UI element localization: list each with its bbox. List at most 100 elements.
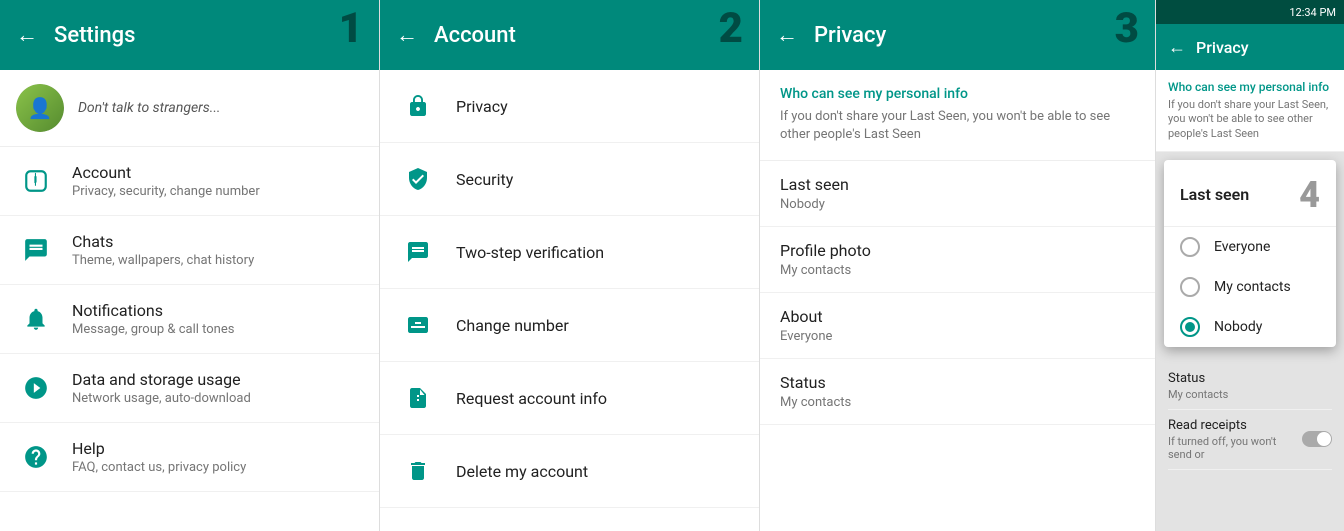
inner-read-receipts-item[interactable]: Read receipts If turned off, you won't s… xyxy=(1168,410,1332,470)
security-label: Security xyxy=(456,170,513,189)
radio-everyone-label: Everyone xyxy=(1214,239,1270,255)
notifications-label: Notifications xyxy=(72,301,363,320)
inner-privacy-info-desc: If you don't share your Last Seen, you w… xyxy=(1168,98,1332,141)
privacy-number: 3 xyxy=(1115,8,1139,50)
avatar-image: 👤 xyxy=(16,84,64,132)
settings-header: ← Settings 1 xyxy=(0,0,379,70)
account-label: Account xyxy=(72,163,363,182)
account-menu-delete[interactable]: Delete my account xyxy=(380,435,759,508)
request-info-label: Request account info xyxy=(456,389,607,408)
change-number-label: Change number xyxy=(456,316,569,335)
inner-privacy-header: ← Privacy xyxy=(1156,24,1344,70)
inner-status-item[interactable]: Status My contacts xyxy=(1168,363,1332,410)
radio-my-contacts-circle xyxy=(1180,277,1200,297)
radio-nobody[interactable]: Nobody xyxy=(1164,307,1336,347)
phone-overlay-panel: 12:34 PM ← Privacy Who can see my person… xyxy=(1156,0,1344,531)
privacy-info-block: Who can see my personal info If you don'… xyxy=(760,70,1155,161)
account-panel: ← Account 2 Privacy Security xyxy=(380,0,760,531)
account-header: ← Account 2 xyxy=(380,0,759,70)
account-sublabel: Privacy, security, change number xyxy=(72,184,363,199)
profile-row[interactable]: 👤 Don't talk to strangers... xyxy=(0,70,379,147)
settings-number: 1 xyxy=(339,8,363,50)
privacy-status[interactable]: Status My contacts xyxy=(760,359,1155,425)
last-seen-dialog: Last seen 4 Everyone My contacts Nobody xyxy=(1164,160,1336,347)
status-bar-time: 12:34 PM xyxy=(1289,6,1336,19)
menu-item-chats[interactable]: Chats Theme, wallpapers, chat history xyxy=(0,216,379,285)
about-value: Everyone xyxy=(780,329,1135,344)
change-number-icon xyxy=(400,307,436,343)
privacy-info-title: Who can see my personal info xyxy=(780,86,1135,102)
dialog-title-text: Last seen xyxy=(1180,185,1249,204)
privacy-profile-photo[interactable]: Profile photo My contacts xyxy=(760,227,1155,293)
data-icon xyxy=(16,368,56,408)
data-sublabel: Network usage, auto-download xyxy=(72,391,363,406)
radio-my-contacts[interactable]: My contacts xyxy=(1164,267,1336,307)
notifications-icon xyxy=(16,299,56,339)
status-bar: 12:34 PM xyxy=(1156,0,1344,24)
account-menu-change-number[interactable]: Change number xyxy=(380,289,759,362)
profile-photo-label: Profile photo xyxy=(780,241,1135,260)
data-text: Data and storage usage Network usage, au… xyxy=(72,370,363,406)
read-receipts-desc: If turned off, you won't send or xyxy=(1168,435,1302,461)
radio-nobody-circle xyxy=(1180,317,1200,337)
privacy-about[interactable]: About Everyone xyxy=(760,293,1155,359)
menu-item-account[interactable]: Account Privacy, security, change number xyxy=(0,147,379,216)
privacy-menu-list: Last seen Nobody Profile photo My contac… xyxy=(760,161,1155,531)
account-menu-security[interactable]: Security xyxy=(380,143,759,216)
help-sublabel: FAQ, contact us, privacy policy xyxy=(72,460,363,475)
privacy-last-seen[interactable]: Last seen Nobody xyxy=(760,161,1155,227)
menu-item-notifications[interactable]: Notifications Message, group & call tone… xyxy=(0,285,379,354)
two-step-icon xyxy=(400,234,436,270)
settings-back-button[interactable]: ← xyxy=(16,22,38,48)
dialog-title-row: Last seen 4 xyxy=(1164,160,1336,227)
help-text: Help FAQ, contact us, privacy policy xyxy=(72,439,363,475)
privacy-icon xyxy=(400,88,436,124)
notifications-sublabel: Message, group & call tones xyxy=(72,322,363,337)
privacy-back-button[interactable]: ← xyxy=(776,22,798,48)
last-seen-label: Last seen xyxy=(780,175,1135,194)
account-icon xyxy=(16,161,56,201)
radio-everyone-circle xyxy=(1180,237,1200,257)
status-value: My contacts xyxy=(780,395,1135,410)
profile-photo-value: My contacts xyxy=(780,263,1135,278)
menu-item-data[interactable]: Data and storage usage Network usage, au… xyxy=(0,354,379,423)
radio-my-contacts-label: My contacts xyxy=(1214,279,1291,295)
delete-icon xyxy=(400,453,436,489)
menu-item-help[interactable]: Help FAQ, contact us, privacy policy xyxy=(0,423,379,492)
inner-privacy-info-block: Who can see my personal info If you don'… xyxy=(1156,70,1344,152)
inner-status-value: My contacts xyxy=(1168,388,1332,401)
privacy-info-desc: If you don't share your Last Seen, you w… xyxy=(780,108,1135,144)
account-back-button[interactable]: ← xyxy=(396,22,418,48)
delete-label: Delete my account xyxy=(456,462,588,481)
status-label: Status xyxy=(780,373,1135,392)
notifications-text: Notifications Message, group & call tone… xyxy=(72,301,363,337)
account-text: Account Privacy, security, change number xyxy=(72,163,363,199)
radio-nobody-label: Nobody xyxy=(1214,319,1262,335)
last-seen-value: Nobody xyxy=(780,197,1135,212)
privacy-title: Privacy xyxy=(814,23,1139,48)
avatar: 👤 xyxy=(16,84,64,132)
read-receipts-toggle[interactable] xyxy=(1302,431,1332,447)
read-receipts-row: Read receipts If turned off, you won't s… xyxy=(1168,418,1332,461)
help-label: Help xyxy=(72,439,363,458)
inner-privacy-title: Privacy xyxy=(1196,38,1249,57)
privacy-label: Privacy xyxy=(456,97,508,116)
inner-privacy-items: Status My contacts Read receipts If turn… xyxy=(1156,355,1344,478)
account-number: 2 xyxy=(719,8,743,50)
read-receipts-label: Read receipts xyxy=(1168,418,1302,433)
inner-back-button[interactable]: ← xyxy=(1168,37,1186,58)
settings-title: Settings xyxy=(54,23,363,48)
data-label: Data and storage usage xyxy=(72,370,363,389)
help-icon xyxy=(16,437,56,477)
radio-everyone[interactable]: Everyone xyxy=(1164,227,1336,267)
privacy-panel: ← Privacy 3 Who can see my personal info… xyxy=(760,0,1156,531)
chats-sublabel: Theme, wallpapers, chat history xyxy=(72,253,363,268)
about-label: About xyxy=(780,307,1135,326)
request-info-icon xyxy=(400,380,436,416)
account-menu-two-step[interactable]: Two-step verification xyxy=(380,216,759,289)
account-menu-request-info[interactable]: Request account info xyxy=(380,362,759,435)
privacy-header: ← Privacy 3 xyxy=(760,0,1155,70)
settings-panel: ← Settings 1 👤 Don't talk to strangers..… xyxy=(0,0,380,531)
account-menu-privacy[interactable]: Privacy xyxy=(380,70,759,143)
account-menu-list: Privacy Security Two-step verification C… xyxy=(380,70,759,531)
